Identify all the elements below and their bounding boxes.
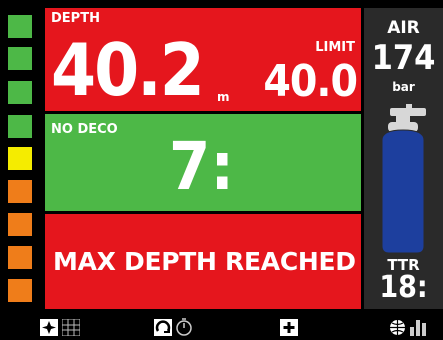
- gauge-segment-2: [8, 47, 32, 70]
- gauge-segment-8: [8, 246, 32, 269]
- alert-panel: MAX DEPTH REACHED: [45, 214, 361, 309]
- nodeco-value: 7:: [169, 128, 235, 205]
- gauge-segment-6: [8, 180, 32, 203]
- bar-chart-icon[interactable]: [409, 318, 427, 336]
- alert-message: MAX DEPTH REACHED: [53, 247, 356, 276]
- compass-icon[interactable]: [40, 319, 58, 336]
- globe-icon[interactable]: [389, 319, 406, 336]
- depth-unit: m: [217, 90, 230, 104]
- air-panel: AIR 174 bar TTR 18:: [364, 8, 443, 309]
- air-value: 174: [371, 38, 436, 78]
- tank-icon: [372, 100, 434, 255]
- gauge-segment-9: [8, 279, 32, 302]
- limit-label: LIMIT: [315, 40, 355, 55]
- depth-value: 40.2: [51, 28, 205, 112]
- depth-label: DEPTH: [51, 11, 100, 26]
- nodeco-panel: NO DECO 7:: [45, 114, 361, 211]
- gauge-segment-1: [8, 15, 32, 38]
- air-unit: bar: [392, 80, 415, 94]
- gauge-segment-5: [8, 147, 32, 170]
- gauge-segment-4: [8, 115, 32, 138]
- toolbar: [0, 312, 443, 338]
- timer-icon[interactable]: [175, 318, 193, 336]
- limit-value: 40.0: [263, 56, 358, 107]
- ascent-gauge: [0, 0, 40, 310]
- table-icon[interactable]: [61, 318, 81, 337]
- air-label: AIR: [387, 18, 420, 38]
- plus-icon[interactable]: [280, 319, 298, 336]
- gauge-segment-7: [8, 213, 32, 236]
- refresh-icon[interactable]: [154, 319, 172, 336]
- nodeco-label: NO DECO: [51, 122, 118, 137]
- gauge-segment-3: [8, 81, 32, 104]
- ttr-value: 18:: [379, 270, 428, 305]
- depth-panel: DEPTH 40.2 m LIMIT 40.0: [45, 8, 361, 111]
